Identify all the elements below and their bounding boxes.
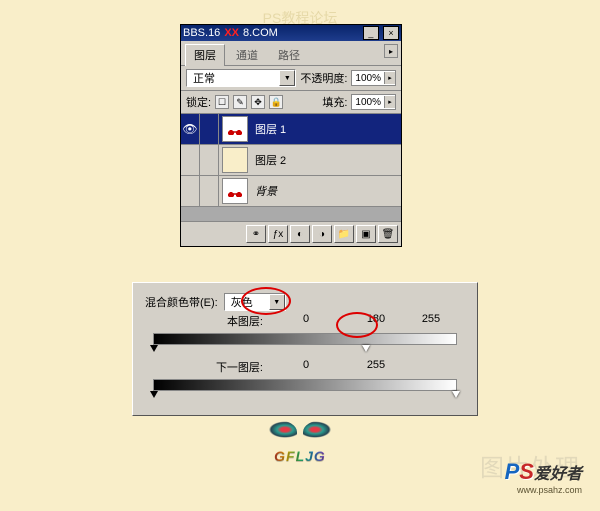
this-layer-label: 本图层: [145, 313, 271, 329]
lock-transparency-icon[interactable]: ☐ [215, 95, 229, 109]
lock-fill-row: 锁定: ☐ ✎ ✥ 🔒 填充: 100% ▸ [181, 91, 401, 114]
tab-paths[interactable]: 路径 [269, 44, 309, 65]
chevron-down-icon: ▼ [279, 70, 295, 86]
lock-pixels-icon[interactable]: ✎ [233, 95, 247, 109]
tab-layers[interactable]: 图层 [185, 44, 225, 66]
layer-row-2[interactable]: 图层 2 [181, 145, 401, 176]
this-layer-max: 255 [411, 313, 451, 329]
chevron-right-icon: ▸ [384, 96, 395, 108]
layer-row-background[interactable]: 背景 [181, 176, 401, 207]
logo-s: S [519, 459, 534, 484]
this-layer-low: 0 [271, 313, 341, 329]
link-toggle[interactable] [200, 176, 219, 206]
title-part3: 8.COM [243, 27, 278, 39]
blend-opacity-row: 正常 ▼ 不透明度: 100% ▸ [181, 66, 401, 91]
window-controls: _ × [362, 26, 399, 40]
panel-titlebar: BBS.16 XX 8.COM _ × [181, 25, 401, 41]
layer-name-label: 图层 2 [255, 152, 286, 168]
ps-logo-main: PS爱好者 [505, 459, 582, 485]
trash-icon[interactable]: 🗑 [378, 225, 398, 243]
eye-icon: 👁 [184, 123, 196, 135]
opacity-label: 不透明度: [300, 70, 347, 86]
ps-logo-url: www.psahz.com [517, 485, 582, 495]
blend-band-label: 混合颜色带(E): [145, 294, 218, 310]
lock-all-icon[interactable]: 🔒 [269, 95, 283, 109]
this-layer-slider[interactable] [153, 333, 457, 345]
title-part1: BBS.16 [183, 27, 220, 39]
visibility-toggle[interactable]: 👁 [181, 114, 200, 144]
blend-mode-value: 正常 [187, 70, 221, 86]
slider-white-handle[interactable] [362, 345, 370, 352]
panel-menu-button[interactable]: ▸ [384, 44, 398, 58]
panel-bottom-toolbar: ⚭ ƒx ◐ ◑ 📁 ▣ 🗑 [181, 222, 401, 246]
fill-input[interactable]: 100% ▸ [351, 94, 396, 110]
layer-thumbnail[interactable] [222, 178, 248, 204]
folder-icon[interactable]: 📁 [334, 225, 354, 243]
adjustment-icon[interactable]: ◑ [312, 225, 332, 243]
dragon-icon [255, 420, 345, 446]
fx-icon[interactable]: ƒx [268, 225, 288, 243]
layers-panel: BBS.16 XX 8.COM _ × 图层 通道 路径 ▸ 正常 ▼ 不透明度: … [180, 24, 402, 247]
opacity-input[interactable]: 100% ▸ [351, 70, 396, 86]
tab-channels[interactable]: 通道 [227, 44, 267, 65]
layer-thumbnail[interactable] [222, 116, 248, 142]
annotation-circle [241, 287, 291, 315]
ps-site-logo: PS爱好者 www.psahz.com [505, 459, 582, 495]
opacity-value: 100% [352, 73, 384, 84]
link-toggle[interactable] [200, 145, 219, 175]
close-button[interactable]: × [383, 26, 399, 40]
layer-empty-area [181, 207, 401, 222]
title-part2: XX [224, 27, 239, 39]
logo-p: P [505, 459, 520, 484]
fill-label: 填充: [322, 94, 347, 110]
layer-thumbnail[interactable] [222, 147, 248, 173]
fill-value: 100% [352, 97, 384, 108]
lock-label: 锁定: [186, 94, 211, 110]
next-layer-label: 下一图层: [145, 359, 271, 375]
slider-black-handle[interactable] [150, 391, 158, 398]
annotation-circle [336, 312, 378, 338]
titlebar-text: BBS.16 XX 8.COM [183, 27, 278, 39]
this-layer-values: 本图层: 0 180 255 [145, 313, 465, 329]
new-layer-icon[interactable]: ▣ [356, 225, 376, 243]
next-layer-slider[interactable] [153, 379, 457, 391]
panel-tabs: 图层 通道 路径 ▸ [181, 41, 401, 66]
visibility-toggle[interactable] [181, 145, 200, 175]
logo-cn: 爱好者 [534, 466, 582, 483]
minimize-button[interactable]: _ [363, 26, 379, 40]
chevron-right-icon: ▸ [384, 72, 395, 84]
blend-if-panel: 混合颜色带(E): 灰色 ▼ 本图层: 0 180 255 下一图层: 0 25… [132, 282, 478, 416]
logo-text: GFLJG [274, 448, 326, 464]
next-layer-low: 0 [271, 359, 341, 375]
blend-band-row: 混合颜色带(E): 灰色 ▼ [145, 293, 465, 311]
layer-name-label: 图层 1 [255, 121, 286, 137]
slider-white-handle[interactable] [452, 391, 460, 398]
visibility-toggle[interactable] [181, 176, 200, 206]
mask-icon[interactable]: ◐ [290, 225, 310, 243]
lock-position-icon[interactable]: ✥ [251, 95, 265, 109]
next-layer-values: 下一图层: 0 255 [145, 359, 465, 375]
link-toggle[interactable] [200, 114, 219, 144]
layer-list: 👁 图层 1 图层 2 背景 [181, 114, 401, 222]
layer-row-1[interactable]: 👁 图层 1 [181, 114, 401, 145]
next-layer-high: 255 [341, 359, 411, 375]
link-icon[interactable]: ⚭ [246, 225, 266, 243]
layer-name-label: 背景 [255, 183, 277, 199]
blend-mode-dropdown[interactable]: 正常 ▼ [186, 69, 296, 87]
slider-black-handle[interactable] [150, 345, 158, 352]
